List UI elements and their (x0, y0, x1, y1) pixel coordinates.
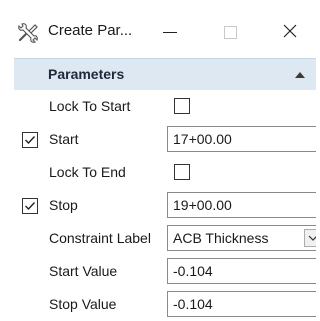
window-title: Create Par... (48, 22, 133, 39)
param-row-stop: Stop 19+00.00 (14, 189, 316, 222)
minimize-icon (163, 31, 177, 33)
param-label: Lock To Start (49, 98, 131, 114)
chevron-up-icon[interactable] (294, 68, 306, 80)
parameters-section-header[interactable]: Parameters (14, 58, 316, 90)
param-label: Constraint Label (49, 230, 151, 246)
param-label: Lock To End (49, 164, 126, 180)
stop-row-checkbox[interactable] (22, 198, 38, 214)
start-value-input[interactable]: -0.104 (167, 258, 316, 284)
start-row-checkbox[interactable] (22, 132, 38, 148)
section-title: Parameters (48, 66, 125, 82)
parameters-panel: Lock To Start Start 17+00.00 Lock To End (14, 90, 316, 321)
param-row-start: Start 17+00.00 (14, 123, 316, 156)
constraint-label-select[interactable]: ACB Thickness (167, 225, 316, 251)
param-row-constraint-label: Constraint Label ACB Thickness (14, 222, 316, 255)
lock-to-end-checkbox[interactable] (174, 164, 190, 180)
param-label: Start Value (49, 263, 118, 279)
param-row-lock-to-end: Lock To End (14, 156, 316, 189)
chevron-down-icon[interactable] (304, 229, 316, 247)
param-label: Start (49, 131, 79, 147)
param-row-stop-value: Stop Value -0.104 (14, 288, 316, 321)
constraint-label-value: ACB Thickness (173, 230, 269, 246)
title-bar[interactable]: Create Par... (0, 0, 316, 58)
create-parameters-window: Create Par... Parameters Lock To Start S… (0, 0, 316, 321)
param-row-start-value: Start Value -0.104 (14, 255, 316, 288)
start-input[interactable]: 17+00.00 (167, 126, 316, 152)
param-row-lock-to-start: Lock To Start (14, 90, 316, 123)
close-button[interactable] (270, 14, 310, 50)
stop-value-input[interactable]: -0.104 (167, 291, 316, 317)
maximize-button[interactable] (210, 14, 250, 50)
stop-input[interactable]: 19+00.00 (167, 192, 316, 218)
maximize-icon (223, 25, 237, 39)
tools-icon (16, 20, 40, 44)
param-label: Stop Value (49, 296, 117, 312)
param-label: Stop (49, 197, 78, 213)
close-icon (283, 24, 297, 41)
minimize-button[interactable] (150, 14, 190, 50)
lock-to-start-checkbox[interactable] (174, 98, 190, 114)
